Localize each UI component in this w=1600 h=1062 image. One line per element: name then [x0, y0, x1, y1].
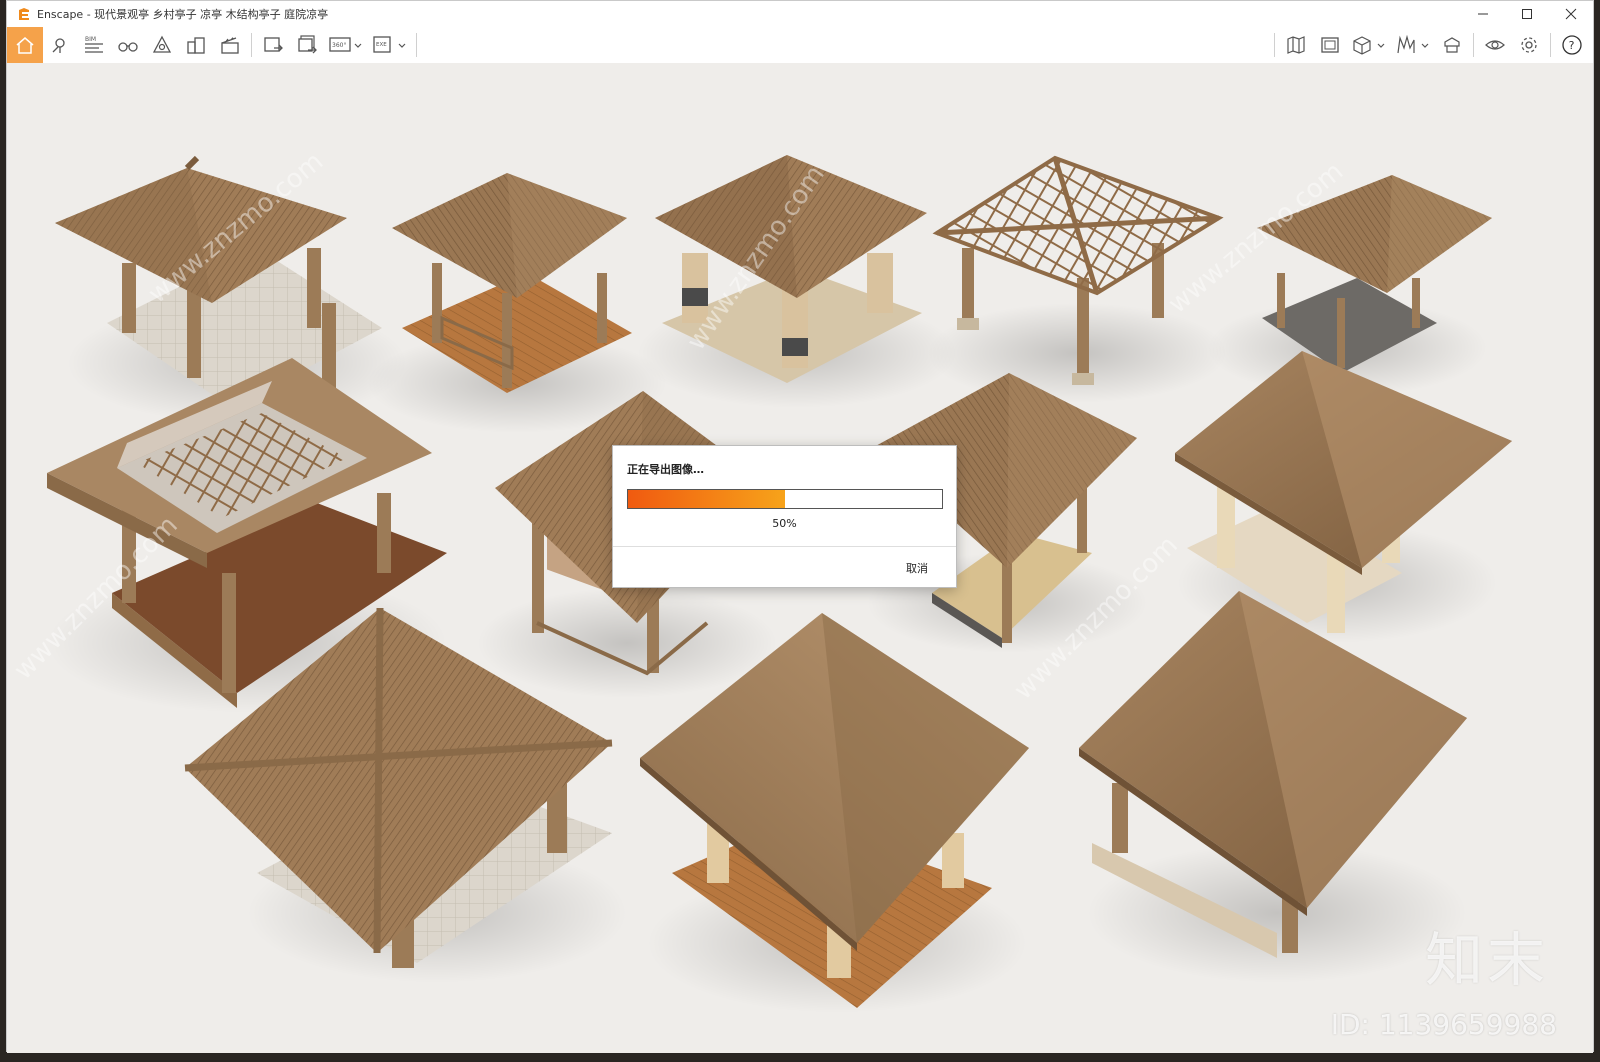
toolbar-separator — [1550, 33, 1551, 57]
title-bar: Enscape - 现代景观亭 乡村亭子 凉亭 木结构亭子 庭院凉亭 — [7, 1, 1593, 27]
pavilion-9 — [1175, 351, 1512, 643]
bim-button[interactable]: BIM — [77, 28, 111, 62]
progress-fill — [628, 490, 785, 508]
material-library-icon — [1397, 34, 1429, 54]
binoculars-button[interactable] — [111, 28, 145, 62]
toolbar-separator — [251, 33, 252, 57]
settings-gear-icon — [1521, 37, 1537, 53]
cube-asset-icon — [1353, 36, 1385, 55]
pavilion-5 — [1207, 175, 1492, 396]
toolbar-separator — [1274, 33, 1275, 57]
toolbar-right-group: ? — [1270, 27, 1589, 63]
video-editor-button[interactable] — [213, 28, 247, 62]
close-icon — [1565, 8, 1577, 20]
pavilion-4 — [927, 155, 1227, 403]
help-glyph: ? — [1569, 39, 1575, 52]
maximize-button[interactable] — [1505, 1, 1549, 27]
buildings-button[interactable] — [179, 28, 213, 62]
screenshot-export-icon — [264, 37, 283, 52]
toolbar-separator — [1473, 33, 1474, 57]
minimize-icon — [1478, 13, 1488, 15]
maximize-icon — [1522, 9, 1532, 19]
atmosphere-button[interactable] — [1435, 28, 1469, 62]
settings-button[interactable] — [1512, 28, 1546, 62]
panorama-360-icon: 360° — [329, 37, 362, 52]
home-icon — [16, 37, 34, 54]
help-icon: ? — [1562, 35, 1582, 55]
asset-library-button[interactable] — [1347, 28, 1391, 62]
bim-icon: BIM — [85, 36, 103, 53]
pavilion-12 — [1079, 591, 1467, 983]
buildings-icon — [187, 37, 205, 54]
vr-headset-icon — [152, 35, 172, 53]
binoculars-icon — [118, 42, 138, 52]
close-button[interactable] — [1549, 1, 1593, 27]
exe-export-icon: EXE — [373, 36, 406, 53]
dialog-title: 正在导出图像… — [627, 463, 704, 476]
toolbar-left-group: BIM 360° EXE — [7, 27, 421, 63]
bim-label: BIM — [85, 36, 96, 43]
material-button[interactable] — [1391, 28, 1435, 62]
map-icon — [1287, 36, 1305, 54]
main-toolbar: BIM 360° EXE ? — [7, 27, 1593, 86]
vr-button[interactable] — [145, 28, 179, 62]
pavilion-1 — [55, 155, 407, 423]
progress-bar — [627, 489, 943, 509]
toolbar-separator — [416, 33, 417, 57]
home-button[interactable] — [7, 27, 43, 63]
location-icon — [52, 38, 65, 53]
exe-export-button[interactable]: EXE — [368, 28, 412, 62]
image-frame-icon — [1321, 37, 1339, 53]
screenshot-button[interactable] — [256, 28, 290, 62]
visibility-eye-icon — [1485, 40, 1505, 50]
export-progress-dialog: 正在导出图像… 50% 取消 — [612, 445, 957, 588]
image-frame-button[interactable] — [1313, 28, 1347, 62]
location-button[interactable] — [43, 28, 77, 62]
visibility-button[interactable] — [1478, 28, 1512, 62]
clapperboard-icon — [221, 37, 239, 54]
exe-label: EXE — [376, 42, 387, 48]
cancel-button[interactable]: 取消 — [906, 560, 928, 576]
window-title: Enscape - 现代景观亭 乡村亭子 凉亭 木结构亭子 庭院凉亭 — [37, 8, 329, 21]
minimize-button[interactable] — [1461, 1, 1505, 27]
batch-export-icon — [298, 35, 317, 54]
atmosphere-icon — [1444, 37, 1460, 53]
map-button[interactable] — [1279, 28, 1313, 62]
dialog-divider — [613, 546, 956, 547]
progress-percent: 50% — [772, 517, 797, 530]
pavilion-3 — [637, 155, 957, 408]
window-controls — [1461, 1, 1593, 27]
panorama-button[interactable]: 360° — [324, 28, 368, 62]
help-button[interactable]: ? — [1555, 28, 1589, 62]
panorama-label: 360° — [332, 42, 346, 49]
enscape-logo-icon — [19, 8, 29, 20]
batch-render-button[interactable] — [290, 28, 324, 62]
